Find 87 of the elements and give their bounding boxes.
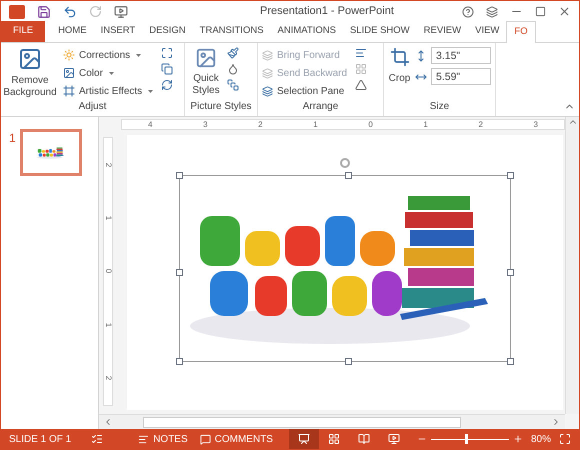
slide-counter: SLIDE 1 OF 1 [9, 432, 72, 446]
fit-slide-icon[interactable] [559, 433, 571, 445]
spelling-icon[interactable] [91, 433, 104, 445]
app-logo-icon [9, 4, 25, 18]
view-button[interactable] [288, 429, 319, 449]
ribbon-tab[interactable]: FO [506, 21, 536, 43]
zoom-in-icon[interactable] [512, 434, 523, 444]
ruler-number: 1 [313, 120, 318, 128]
zoom-thumb[interactable] [464, 434, 468, 444]
ribbon-tab[interactable]: ANIMATIONS [270, 21, 343, 42]
caret-icon [136, 54, 142, 56]
ruler-number: 1 [103, 216, 114, 220]
slide-number: 1 [9, 130, 16, 147]
ribbon-tab[interactable]: TRANSITIONS [192, 21, 271, 42]
picture-icon [63, 67, 75, 79]
resize-handle[interactable] [176, 172, 183, 179]
close-icon[interactable] [558, 5, 571, 18]
book-icon [358, 433, 370, 445]
resize-handle[interactable] [345, 358, 352, 365]
ruler-number: 2 [103, 162, 114, 167]
ruler-number: 1 [103, 322, 114, 328]
ribbon-tab[interactable]: HOME [51, 21, 94, 42]
ruler-number: 2 [258, 120, 263, 128]
notes-icon [138, 434, 150, 444]
group-label: Adjust [78, 100, 108, 114]
help-icon[interactable] [462, 6, 474, 18]
rotate-handle[interactable] [340, 158, 350, 168]
ribbon-button[interactable]: Corrections [63, 47, 154, 63]
ribbon-tab[interactable]: FILE [1, 21, 46, 42]
ruler-number: 4 [148, 120, 152, 128]
ruler-number: 3 [534, 120, 538, 128]
slideshow-icon[interactable] [114, 4, 128, 18]
save-icon[interactable] [37, 4, 51, 18]
layers-icon [262, 50, 273, 60]
comment-icon [200, 434, 211, 444]
resize-handle[interactable] [507, 358, 514, 365]
ribbon-button[interactable]: Color [63, 65, 154, 81]
picture-icon [195, 47, 217, 69]
ribbon-tab[interactable]: VIEW [468, 21, 506, 42]
caret-icon [148, 90, 154, 92]
ruler-number: 0 [368, 120, 373, 128]
reset-picture-icon[interactable] [161, 79, 174, 91]
resize-handle[interactable] [176, 268, 183, 276]
resize-handle[interactable] [507, 172, 514, 179]
ribbon-tab[interactable]: INSERT [94, 21, 142, 42]
zoom-level[interactable]: 80% [530, 432, 551, 446]
layers-icon [262, 68, 273, 78]
zoom-slider[interactable] [430, 434, 509, 444]
caret-icon [108, 72, 114, 74]
ribbon-button[interactable]: Artistic Effects [63, 83, 154, 99]
picture-icon [18, 47, 42, 71]
maximize-icon[interactable] [535, 6, 546, 17]
group-label: Arrange [302, 100, 340, 114]
ribbon-tab[interactable]: DESIGN [142, 21, 193, 42]
sun-icon [63, 49, 75, 61]
crop-icon [390, 47, 410, 67]
grid-icon [328, 433, 340, 445]
vertical-scrollbar[interactable] [565, 117, 579, 414]
group-label: Picture Styles [189, 100, 253, 114]
presenter-icon [388, 433, 400, 445]
ruler-number: 3 [203, 120, 208, 128]
layers-icon [262, 86, 273, 96]
resize-handle[interactable] [507, 268, 514, 276]
ribbon-tab[interactable]: SLIDE SHOW [342, 21, 417, 42]
notes-button[interactable]: NOTES [138, 432, 188, 446]
resize-handle[interactable] [176, 358, 183, 365]
horizontal-scrollbar[interactable] [99, 414, 565, 429]
ribbon-button[interactable]: Selection Pane [262, 83, 348, 99]
comments-button[interactable]: COMMENTS [200, 432, 273, 446]
ruler-number: 2 [478, 120, 483, 128]
slide-canvas[interactable] [127, 135, 563, 410]
height-field[interactable]: 3.15" [431, 47, 491, 64]
ruler-number: 1 [423, 120, 428, 128]
resize-handle[interactable] [345, 172, 352, 179]
width-field[interactable]: 5.59" [431, 68, 491, 85]
align-icon[interactable] [355, 47, 368, 59]
slide-thumbnail[interactable] [20, 129, 82, 176]
ruler-number: 0 [103, 269, 114, 274]
ribbon-tab[interactable]: REVIEW [416, 21, 468, 42]
undo-icon[interactable] [63, 4, 77, 18]
remove-background-button[interactable]: Remove Background [1, 47, 59, 99]
quick-styles-button[interactable]: Quick Styles [189, 47, 223, 99]
crop-button[interactable]: Crop [388, 47, 411, 99]
group-label: Size [428, 100, 450, 114]
window-title: Presentation1 - PowerPoint [260, 4, 394, 20]
frame-icon [63, 85, 75, 97]
ruler-number: 2 [103, 376, 114, 380]
